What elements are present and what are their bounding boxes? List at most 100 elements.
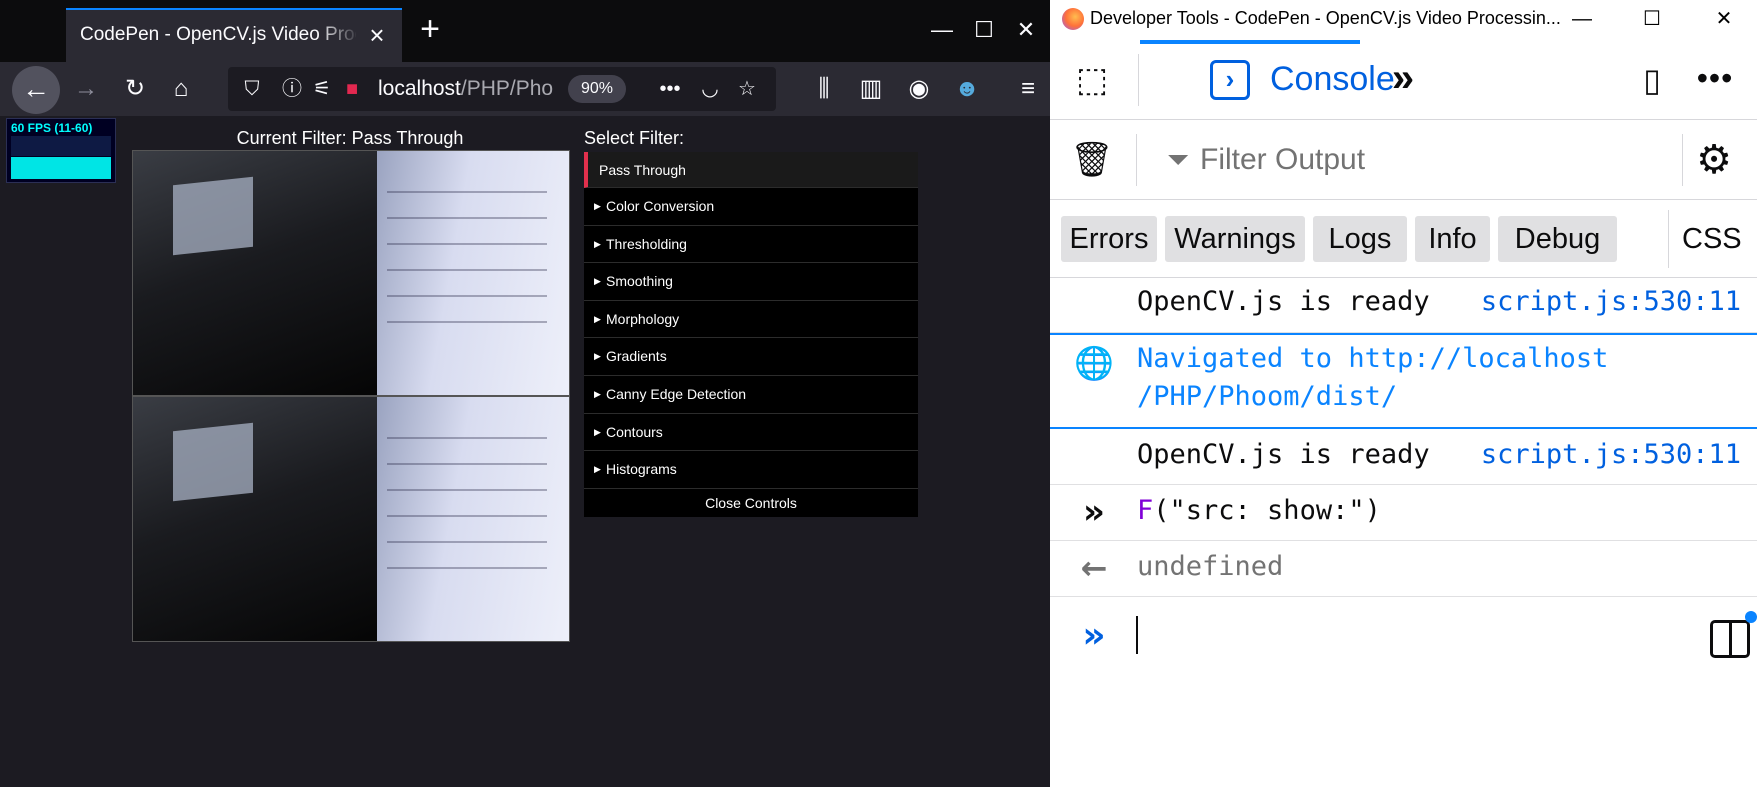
permissions-icon[interactable]: ⚟ [308, 75, 336, 103]
toolbar-divider [1138, 54, 1139, 106]
back-button[interactable]: ← [12, 66, 60, 114]
url-path: /PHP/Phoom/dist/ [460, 77, 553, 100]
message-text: OpenCV.js is ready [1137, 286, 1430, 317]
editor-mode-toggle-icon[interactable] [1710, 611, 1757, 658]
tab-strip-edge [0, 0, 66, 62]
filter-label: Pass Through [599, 162, 686, 178]
page-content: 60 FPS (11-60) Current Filter: Pass Thro… [0, 116, 1050, 787]
filter-label: Color Conversion [606, 198, 715, 214]
input-function-name: F [1137, 495, 1154, 526]
devtools-menu-icon[interactable]: ••• [1692, 58, 1738, 102]
filter-funnel-icon: ⏷ [1166, 144, 1190, 175]
filter-item-thresholding[interactable]: ▶ Thresholding [584, 226, 918, 264]
more-tools-chevron-icon[interactable]: » [1380, 58, 1426, 102]
navigation-message: 🌐 Navigated to http://localhost /PHP/Pho… [1050, 333, 1757, 429]
console-settings-gear-icon[interactable]: ⚙ [1690, 136, 1738, 184]
filter-item-canny-edge-detection[interactable]: ▶ Canny Edge Detection [584, 376, 918, 414]
console-input-prompt[interactable]: » [1050, 608, 1757, 678]
app-menu-icon[interactable]: ≡ [1008, 69, 1048, 109]
filter-item-morphology[interactable]: ▶ Morphology [584, 301, 918, 339]
result-arrow-icon: ← [1080, 549, 1108, 587]
console-icon: › [1210, 60, 1250, 100]
log-level-filters: Errors Warnings Logs Info Debug CSS [1050, 200, 1757, 278]
notification-dot [1745, 611, 1757, 623]
camera-feed-left [133, 397, 377, 641]
filter-item-histograms[interactable]: ▶ Histograms [584, 451, 918, 489]
devtools-titlebar: Developer Tools - CodePen - OpenCV.js Vi… [1050, 0, 1757, 40]
camera-sharing-icon[interactable]: ■ [338, 75, 366, 103]
extension-icon[interactable]: ☻ [947, 69, 987, 109]
close-tab-icon[interactable]: × [364, 22, 390, 48]
filter-item-pass-through[interactable]: Pass Through [584, 152, 918, 188]
filter-item-smoothing[interactable]: ▶ Smoothing [584, 263, 918, 301]
new-tab-button[interactable]: + [414, 12, 446, 46]
message-location-link[interactable]: script.js:530:11 [1481, 439, 1741, 470]
account-icon[interactable]: ◉ [899, 69, 939, 109]
filter-item-contours[interactable]: ▶ Contours [584, 414, 918, 452]
pocket-icon[interactable]: ◡ [696, 75, 724, 103]
url-bar[interactable]: ⛉ ⓘ ⚟ ■ localhost/PHP/Phoom/dist/ 90% ••… [228, 67, 776, 111]
filter-label: Gradients [606, 348, 667, 365]
active-tab[interactable]: CodePen - OpenCV.js Video Processing × [66, 8, 402, 62]
prompt-chevron-icon: » [1082, 615, 1106, 656]
reload-button[interactable]: ↻ [115, 69, 155, 109]
forward-button[interactable]: → [66, 69, 106, 109]
fps-meter[interactable]: 60 FPS (11-60) [6, 118, 116, 183]
filter-item-color-conversion[interactable]: ▶ Color Conversion [584, 188, 918, 226]
console-message: OpenCV.js is ready script.js:530:11 [1050, 429, 1757, 485]
expand-triangle-icon: ▶ [594, 426, 601, 437]
navigation-text-line1[interactable]: Navigated to http://localhost [1137, 340, 1608, 378]
tab-title: CodePen - OpenCV.js Video Processing [80, 24, 356, 45]
home-button[interactable]: ⌂ [161, 69, 201, 109]
tab-title-fade [316, 18, 360, 58]
message-location-link[interactable]: script.js:530:11 [1481, 286, 1741, 317]
page-actions-icon[interactable]: ••• [656, 75, 684, 103]
devtools-window-title: Developer Tools - CodePen - OpenCV.js Vi… [1090, 8, 1561, 28]
minimize-button[interactable]: — [926, 14, 958, 46]
filter-label: Morphology [606, 310, 680, 327]
zoom-level[interactable]: 90% [568, 75, 626, 103]
devtools-minimize-button[interactable]: — [1564, 4, 1600, 34]
element-picker-icon[interactable]: ⬚ [1070, 58, 1114, 102]
clear-console-trash-icon[interactable]: 🗑 [1070, 138, 1114, 182]
url-text[interactable]: localhost/PHP/Phoom/dist/ [378, 77, 553, 101]
url-host: localhost [378, 77, 461, 100]
tab-strip: CodePen - OpenCV.js Video Processing × +… [0, 0, 1050, 62]
expand-triangle-icon: ▶ [594, 351, 601, 362]
console-filter-bar: 🗑 ⏷ ⚙ [1050, 120, 1757, 200]
input-echo-text: F("src: show:") [1137, 495, 1381, 526]
fps-label: 60 FPS (11-60) [11, 121, 93, 135]
message-text: OpenCV.js is ready [1137, 439, 1430, 470]
site-info-icon[interactable]: ⓘ [278, 75, 306, 103]
globe-icon: 🌐 [1074, 344, 1114, 382]
level-errors-button[interactable]: Errors [1061, 216, 1157, 262]
level-info-button[interactable]: Info [1415, 216, 1490, 262]
filter-label: Smoothing [606, 273, 673, 290]
console-result: ← undefined [1050, 541, 1757, 597]
close-window-button[interactable]: ✕ [1010, 14, 1042, 46]
level-debug-button[interactable]: Debug [1498, 216, 1617, 262]
level-warnings-button[interactable]: Warnings [1165, 216, 1305, 262]
tracking-shield-icon[interactable]: ⛉ [238, 75, 266, 103]
devtools-close-button[interactable]: ✕ [1706, 4, 1742, 34]
filter-label: Histograms [606, 461, 677, 478]
level-logs-button[interactable]: Logs [1313, 216, 1407, 262]
sidebar-icon[interactable]: ▥ [851, 69, 891, 109]
close-controls-button[interactable]: Close Controls [584, 488, 918, 517]
camera-feed-left [133, 151, 377, 395]
maximize-button[interactable]: ☐ [968, 14, 1000, 46]
filter-output-input[interactable] [1200, 138, 1700, 182]
filter-label: Thresholding [606, 235, 687, 252]
console-input-echo: » F("src: show:") [1050, 485, 1757, 541]
filter-item-gradients[interactable]: ▶ Gradients [584, 338, 918, 376]
input-video [132, 150, 570, 396]
tab-console[interactable]: › Console [1140, 40, 1395, 120]
toolbar-divider [1682, 134, 1683, 186]
bookmark-star-icon[interactable]: ☆ [733, 75, 761, 103]
css-filter-button[interactable]: CSS [1682, 216, 1742, 262]
library-icon[interactable]: ⫼ [804, 69, 844, 109]
console-output: OpenCV.js is ready script.js:530:11 🌐 Na… [1050, 278, 1757, 787]
navigation-text-line2[interactable]: /PHP/Phoom/dist/ [1137, 378, 1397, 416]
devtools-maximize-button[interactable]: ☐ [1634, 4, 1670, 34]
responsive-design-icon[interactable]: ▯ [1632, 58, 1672, 102]
